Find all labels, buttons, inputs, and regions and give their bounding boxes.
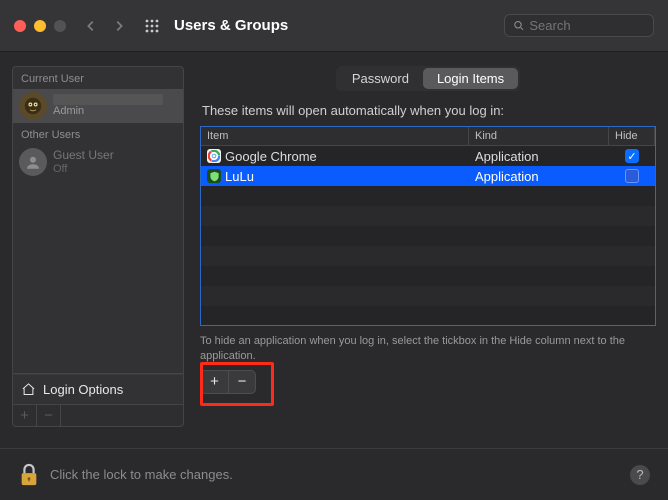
item-kind: Application [475, 149, 539, 164]
tab-group: Password Login Items [336, 66, 520, 91]
table-row[interactable]: LuLu Application [201, 166, 655, 186]
back-button[interactable] [84, 19, 98, 33]
table-row [201, 306, 655, 326]
app-icon [207, 149, 221, 163]
window-toolbar: Users & Groups [0, 0, 668, 52]
avatar [19, 92, 47, 120]
hide-checkbox[interactable] [625, 169, 639, 183]
column-header-item[interactable]: Item [201, 127, 469, 146]
users-sidebar: Current User Admin Other Users Guest Use… [12, 66, 184, 430]
help-button[interactable]: ? [630, 465, 650, 485]
table-row [201, 266, 655, 286]
tab-login-items[interactable]: Login Items [423, 68, 518, 89]
table-row[interactable]: Google Chrome Application ✓ [201, 146, 655, 166]
column-header-hide[interactable]: Hide [609, 127, 655, 146]
user-list: Current User Admin Other Users Guest Use… [12, 66, 184, 374]
item-name: LuLu [225, 169, 254, 184]
hint-text: To hide an application when you log in, … [200, 334, 656, 364]
hide-checkbox[interactable]: ✓ [625, 149, 639, 163]
current-user-name [53, 94, 163, 105]
house-icon [21, 382, 36, 397]
add-user-button[interactable]: + [13, 405, 37, 426]
add-login-item-button[interactable]: + [201, 371, 228, 393]
window-title: Users & Groups [174, 17, 288, 34]
table-row [201, 226, 655, 246]
guest-user-row[interactable]: Guest User Off [13, 145, 183, 179]
item-kind: Application [475, 169, 539, 184]
table-row [201, 246, 655, 266]
lock-icon [18, 462, 40, 488]
remove-login-item-button[interactable]: − [228, 371, 255, 393]
guest-user-name: Guest User [53, 149, 114, 163]
search-input[interactable] [529, 18, 645, 33]
show-all-prefs-button[interactable] [144, 18, 160, 34]
app-icon [207, 169, 221, 183]
login-options-label: Login Options [43, 382, 123, 397]
footer: Click the lock to make changes. ? [0, 448, 668, 500]
lock-button[interactable] [18, 462, 40, 488]
sidebar-add-remove: + − [12, 405, 184, 427]
current-user-section-label: Current User [13, 67, 183, 89]
zoom-window-button[interactable] [54, 20, 66, 32]
lock-text: Click the lock to make changes. [50, 467, 233, 482]
search-icon [513, 19, 524, 32]
login-items-table: Item Kind Hide Google Chrome Application… [200, 126, 656, 326]
login-items-pane: Password Login Items These items will op… [200, 66, 656, 430]
intro-text: These items will open automatically when… [200, 103, 656, 118]
remove-user-button[interactable]: − [37, 405, 61, 426]
table-row [201, 186, 655, 206]
guest-user-status: Off [53, 163, 114, 176]
login-options-button[interactable]: Login Options [12, 374, 184, 405]
minimize-window-button[interactable] [34, 20, 46, 32]
search-field[interactable] [504, 14, 654, 37]
avatar [19, 148, 47, 176]
other-users-section-label: Other Users [13, 123, 183, 145]
current-user-row[interactable]: Admin [13, 89, 183, 123]
close-window-button[interactable] [14, 20, 26, 32]
column-header-kind[interactable]: Kind [469, 127, 609, 146]
current-user-role: Admin [53, 105, 163, 118]
table-row [201, 286, 655, 306]
window-controls [14, 20, 66, 32]
item-name: Google Chrome [225, 149, 317, 164]
tab-password[interactable]: Password [338, 68, 423, 89]
forward-button[interactable] [112, 19, 126, 33]
add-remove-login-item: + − [200, 370, 256, 394]
table-row [201, 206, 655, 226]
